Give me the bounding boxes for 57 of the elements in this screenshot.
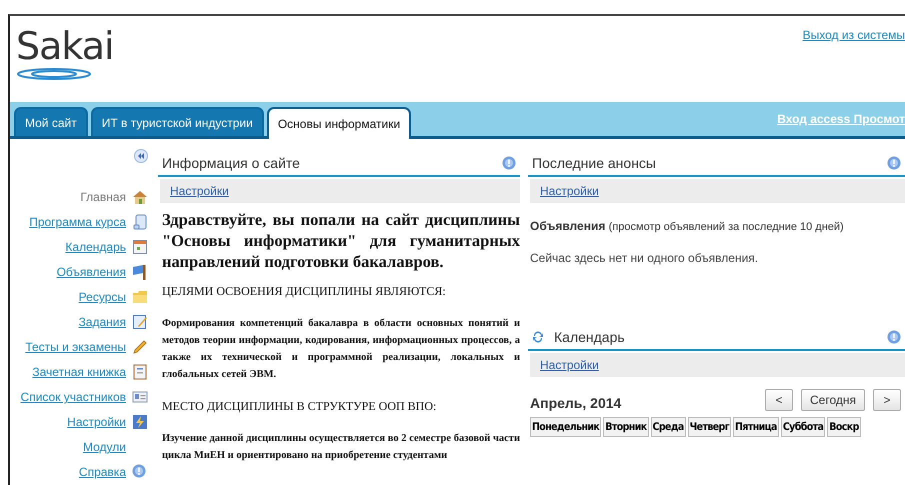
help-icon[interactable] [887, 156, 901, 170]
nav-link[interactable]: Календарь [65, 240, 126, 254]
weekday-header: Понедельник [530, 417, 602, 437]
book-icon [132, 364, 148, 380]
nav-link[interactable]: Настройки [67, 415, 126, 430]
settings-link[interactable]: Настройки [540, 184, 599, 198]
paragraph: Изучение данной дисциплины осуществляется во 2 семестре базовой части цикла МиЕН и ориентировано на приобретение студентами [162, 432, 520, 463]
weekday-header: Четверг [688, 417, 732, 437]
pencil-icon [132, 339, 148, 356]
weekday-header: Вторник [603, 417, 649, 437]
help-icon[interactable] [502, 156, 516, 170]
lightning-icon [132, 414, 148, 430]
id-card-icon [132, 389, 148, 406]
section-heading: МЕСТО ДИСЦИПЛИНЫ В СТРУКТУРЕ ООП ВПО: [162, 399, 438, 414]
calendar-icon [132, 238, 148, 255]
weekday-header: Среда [650, 417, 686, 437]
collapse-icon[interactable] [134, 149, 148, 163]
nav-link[interactable]: Список участников [20, 390, 126, 404]
portlet-title: Информация о сайте [162, 155, 300, 171]
flag-icon [132, 264, 148, 280]
nav-link[interactable]: Зачетная книжка [32, 365, 126, 380]
weekday-header: Воскр [827, 417, 861, 437]
portlet-title: Последние анонсы [532, 155, 656, 171]
weekday-header: Пятница [733, 417, 779, 437]
nav-link[interactable]: Тесты и экзамены [25, 340, 126, 354]
welcome-heading: Здравствуйте, вы попали на сайт дисциплины "Основы информатики" для гуманитарных направлений подготовки бакалавров. [162, 209, 520, 272]
section-heading: ЦЕЛЯМИ ОСВОЕНИЯ ДИСЦИПЛИНЫ ЯВЛЯЮТСЯ: [162, 284, 447, 299]
refresh-icon[interactable] [532, 331, 544, 343]
site-tab[interactable]: Основы информатики [266, 107, 412, 139]
scroll-icon [132, 214, 148, 230]
portlet-title: Календарь [554, 329, 625, 345]
site-tab[interactable]: Мой сайт [14, 107, 88, 136]
weekday-header: Суббота [780, 417, 826, 437]
nav-link[interactable]: Объявления [56, 264, 126, 279]
site-tab[interactable]: ИТ в туристской индустрии [90, 107, 264, 136]
help-icon[interactable] [132, 464, 146, 478]
nav-link[interactable]: Справка [78, 465, 126, 480]
house-icon [132, 188, 148, 205]
announcements-label: Объявления (просмотр объявлений за последние 10 дней) [530, 219, 845, 233]
settings-link[interactable]: Настройки [540, 358, 599, 372]
calendar-nav-button[interactable]: Сегодня [801, 389, 865, 411]
notepad-icon [132, 314, 148, 330]
empty-message: Сейчас здесь нет ни одного объявления. [530, 251, 760, 267]
paragraph: Формирования компетенций бакалавра в области основных понятий и методов теории информации, кодирования, информационных процессов, а также их технической и программной реализации, локальных и глобальных сетей ЭВМ. [162, 317, 520, 382]
calendar-nav-button[interactable]: > [873, 389, 901, 411]
month-label: Апрель, 2014 [530, 395, 622, 411]
help-icon[interactable] [887, 330, 901, 344]
nav-link[interactable]: Модули [83, 440, 126, 454]
nav-link[interactable]: Главная [80, 190, 126, 204]
calendar-nav-button[interactable]: < [765, 389, 793, 411]
nav-link[interactable]: Программа курса [29, 214, 126, 229]
nav-link[interactable]: Задания [78, 315, 126, 330]
settings-link[interactable]: Настройки [170, 184, 229, 198]
logo[interactable]: Sakai [16, 24, 114, 68]
folder-icon [132, 289, 148, 306]
logout-link[interactable]: Выход из системы [802, 28, 905, 42]
nav-link[interactable]: Ресурсы [78, 290, 126, 304]
